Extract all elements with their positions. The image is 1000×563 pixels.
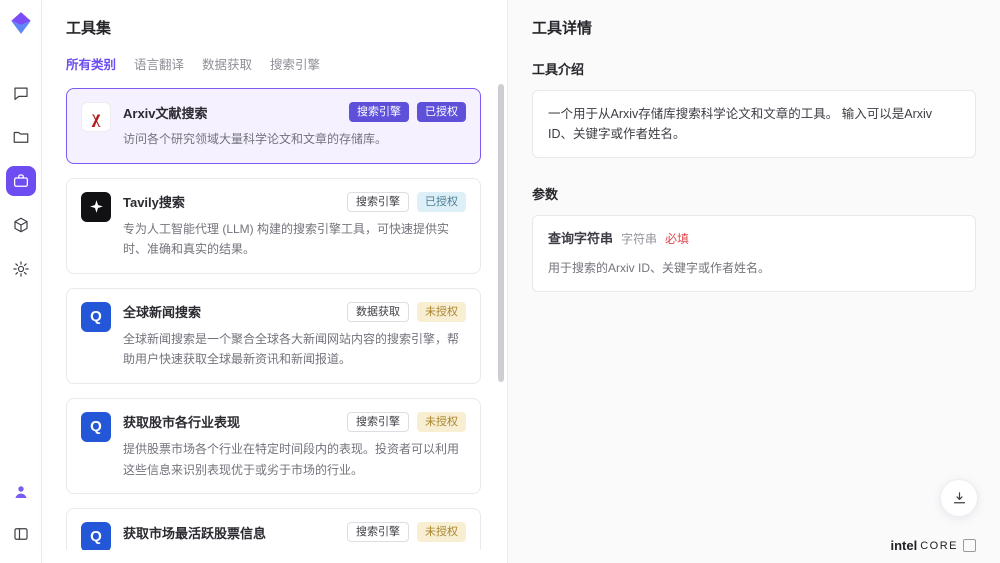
tool-head: 全球新闻搜索 数据获取 未授权: [123, 302, 466, 322]
tool-card[interactable]: Q 获取股市各行业表现 搜索引擎 未授权 提供股票市场各个行业在特定时间段内的表…: [66, 398, 481, 494]
tab-3[interactable]: 搜索引擎: [270, 54, 320, 73]
sidebar-bottom: [6, 477, 36, 549]
tool-head: 获取市场最活跃股票信息 搜索引擎 未授权: [123, 522, 466, 542]
param-description: 用于搜索的Arxiv ID、关键字或作者姓名。: [548, 259, 960, 278]
tool-name: 获取市场最活跃股票信息: [123, 523, 266, 542]
tab-0[interactable]: 所有类别: [66, 54, 116, 73]
arxiv-icon: χ: [81, 102, 111, 132]
tool-category-badge: 搜索引擎: [347, 412, 409, 432]
tool-auth-badge: 未授权: [417, 522, 466, 542]
sidebar-nav: [6, 78, 36, 284]
tab-2[interactable]: 数据获取: [202, 54, 252, 73]
scrollbar[interactable]: [498, 84, 504, 382]
tool-description: 提供当天交易量最高的股票列表，投资者可以利用这些信息来识别流动性强的股票和潜在的…: [123, 549, 466, 550]
sidebar-item-tools[interactable]: [6, 166, 36, 196]
tool-auth-badge: 已授权: [417, 192, 466, 212]
tool-badges: 数据获取 未授权: [347, 302, 466, 322]
app: 工具集 所有类别语言翻译数据获取搜索引擎 χ Arxiv文献搜索 搜索引擎 已授…: [0, 0, 1000, 563]
tool-description: 专为人工智能代理 (LLM) 构建的搜索引擎工具，可快速提供实时、准确和真实的结…: [123, 219, 466, 260]
intro-box: 一个用于从Arxiv存储库搜索科学论文和文章的工具。 输入可以是Arxiv ID…: [532, 90, 976, 158]
user-icon: [12, 483, 30, 501]
intel-core-logo: intel CORE: [890, 538, 976, 553]
tool-badges: 搜索引擎 未授权: [347, 412, 466, 432]
sidebar-item-settings[interactable]: [6, 254, 36, 284]
qsearch-icon: Q: [81, 522, 111, 550]
qsearch-icon: Q: [81, 412, 111, 442]
sidebar-item-plugins[interactable]: [6, 210, 36, 240]
folder-icon: [12, 128, 30, 146]
tool-head: Arxiv文献搜索 搜索引擎 已授权: [123, 102, 466, 122]
intel-wordmark: intel: [890, 538, 917, 553]
tool-auth-badge: 未授权: [417, 302, 466, 322]
tool-head: 获取股市各行业表现 搜索引擎 未授权: [123, 412, 466, 432]
sidebar-item-files[interactable]: [6, 122, 36, 152]
sidebar-item-collapse[interactable]: [6, 519, 36, 549]
param-head: 查询字符串 字符串 必填: [548, 229, 960, 250]
tool-body: Tavily搜索 搜索引擎 已授权 专为人工智能代理 (LLM) 构建的搜索引擎…: [123, 192, 466, 260]
param-box: 查询字符串 字符串 必填 用于搜索的Arxiv ID、关键字或作者姓名。: [532, 215, 976, 292]
tool-description: 全球新闻搜索是一个聚合全球各大新闻网站内容的搜索引擎，帮助用户快速获取全球最新资…: [123, 329, 466, 370]
tool-card[interactable]: Tavily搜索 搜索引擎 已授权 专为人工智能代理 (LLM) 构建的搜索引擎…: [66, 178, 481, 274]
tool-badges: 搜索引擎 未授权: [347, 522, 466, 542]
tavily-icon: [81, 192, 111, 222]
tool-badges: 搜索引擎 已授权: [347, 192, 466, 212]
tool-body: 获取市场最活跃股票信息 搜索引擎 未授权 提供当天交易量最高的股票列表，投资者可…: [123, 522, 466, 550]
sidebar-item-chat[interactable]: [6, 78, 36, 108]
tool-auth-badge: 已授权: [417, 102, 466, 122]
tool-head: Tavily搜索 搜索引擎 已授权: [123, 192, 466, 212]
tool-name: 全球新闻搜索: [123, 302, 201, 321]
package-icon: [12, 216, 30, 234]
tool-body: Arxiv文献搜索 搜索引擎 已授权 访问各个研究领域大量科学论文和文章的存储库…: [123, 102, 466, 150]
sidebar: [0, 0, 42, 563]
params-heading: 参数: [532, 184, 976, 203]
tools-panel: 工具集 所有类别语言翻译数据获取搜索引擎 χ Arxiv文献搜索 搜索引擎 已授…: [42, 0, 508, 563]
detail-title: 工具详情: [532, 17, 976, 38]
app-logo-icon[interactable]: [8, 10, 34, 36]
sidebar-item-user[interactable]: [6, 477, 36, 507]
tool-card[interactable]: Q 全球新闻搜索 数据获取 未授权 全球新闻搜索是一个聚合全球各大新闻网站内容的…: [66, 288, 481, 384]
tool-name: Arxiv文献搜索: [123, 103, 208, 122]
category-tabs: 所有类别语言翻译数据获取搜索引擎: [66, 54, 481, 73]
tool-name: 获取股市各行业表现: [123, 412, 240, 431]
tool-category-badge: 数据获取: [347, 302, 409, 322]
tool-card[interactable]: χ Arxiv文献搜索 搜索引擎 已授权 访问各个研究领域大量科学论文和文章的存…: [66, 88, 481, 164]
tool-name: Tavily搜索: [123, 192, 185, 211]
detail-panel: 工具详情 工具介绍 一个用于从Arxiv存储库搜索科学论文和文章的工具。 输入可…: [508, 0, 1000, 563]
tab-1[interactable]: 语言翻译: [134, 54, 184, 73]
chat-icon: [12, 84, 30, 102]
briefcase-icon: [12, 172, 30, 190]
download-button[interactable]: [940, 479, 978, 517]
panel-title: 工具集: [66, 17, 481, 38]
param-required-badge: 必填: [665, 230, 689, 249]
tool-description: 访问各个研究领域大量科学论文和文章的存储库。: [123, 129, 466, 149]
tool-description: 提供股票市场各个行业在特定时间段内的表现。投资者可以利用这些信息来识别表现优于或…: [123, 439, 466, 480]
core-wordmark: CORE: [920, 540, 958, 552]
intel-chip-badge: [963, 539, 976, 552]
tool-list: χ Arxiv文献搜索 搜索引擎 已授权 访问各个研究领域大量科学论文和文章的存…: [66, 88, 481, 550]
intro-heading: 工具介绍: [532, 59, 976, 78]
settings-icon: [12, 260, 30, 278]
tool-body: 全球新闻搜索 数据获取 未授权 全球新闻搜索是一个聚合全球各大新闻网站内容的搜索…: [123, 302, 466, 370]
intro-text: 一个用于从Arxiv存储库搜索科学论文和文章的工具。 输入可以是Arxiv ID…: [548, 107, 932, 141]
tool-body: 获取股市各行业表现 搜索引擎 未授权 提供股票市场各个行业在特定时间段内的表现。…: [123, 412, 466, 480]
download-icon: [951, 490, 968, 507]
tool-card[interactable]: Q 获取市场最活跃股票信息 搜索引擎 未授权 提供当天交易量最高的股票列表，投资…: [66, 508, 481, 550]
panel-icon: [12, 525, 30, 543]
tool-auth-badge: 未授权: [417, 412, 466, 432]
tool-category-badge: 搜索引擎: [347, 192, 409, 212]
tool-badges: 搜索引擎 已授权: [349, 102, 466, 122]
param-type: 字符串: [621, 230, 657, 249]
param-name: 查询字符串: [548, 229, 613, 250]
tool-category-badge: 搜索引擎: [347, 522, 409, 542]
tool-category-badge: 搜索引擎: [349, 102, 409, 122]
qsearch-icon: Q: [81, 302, 111, 332]
